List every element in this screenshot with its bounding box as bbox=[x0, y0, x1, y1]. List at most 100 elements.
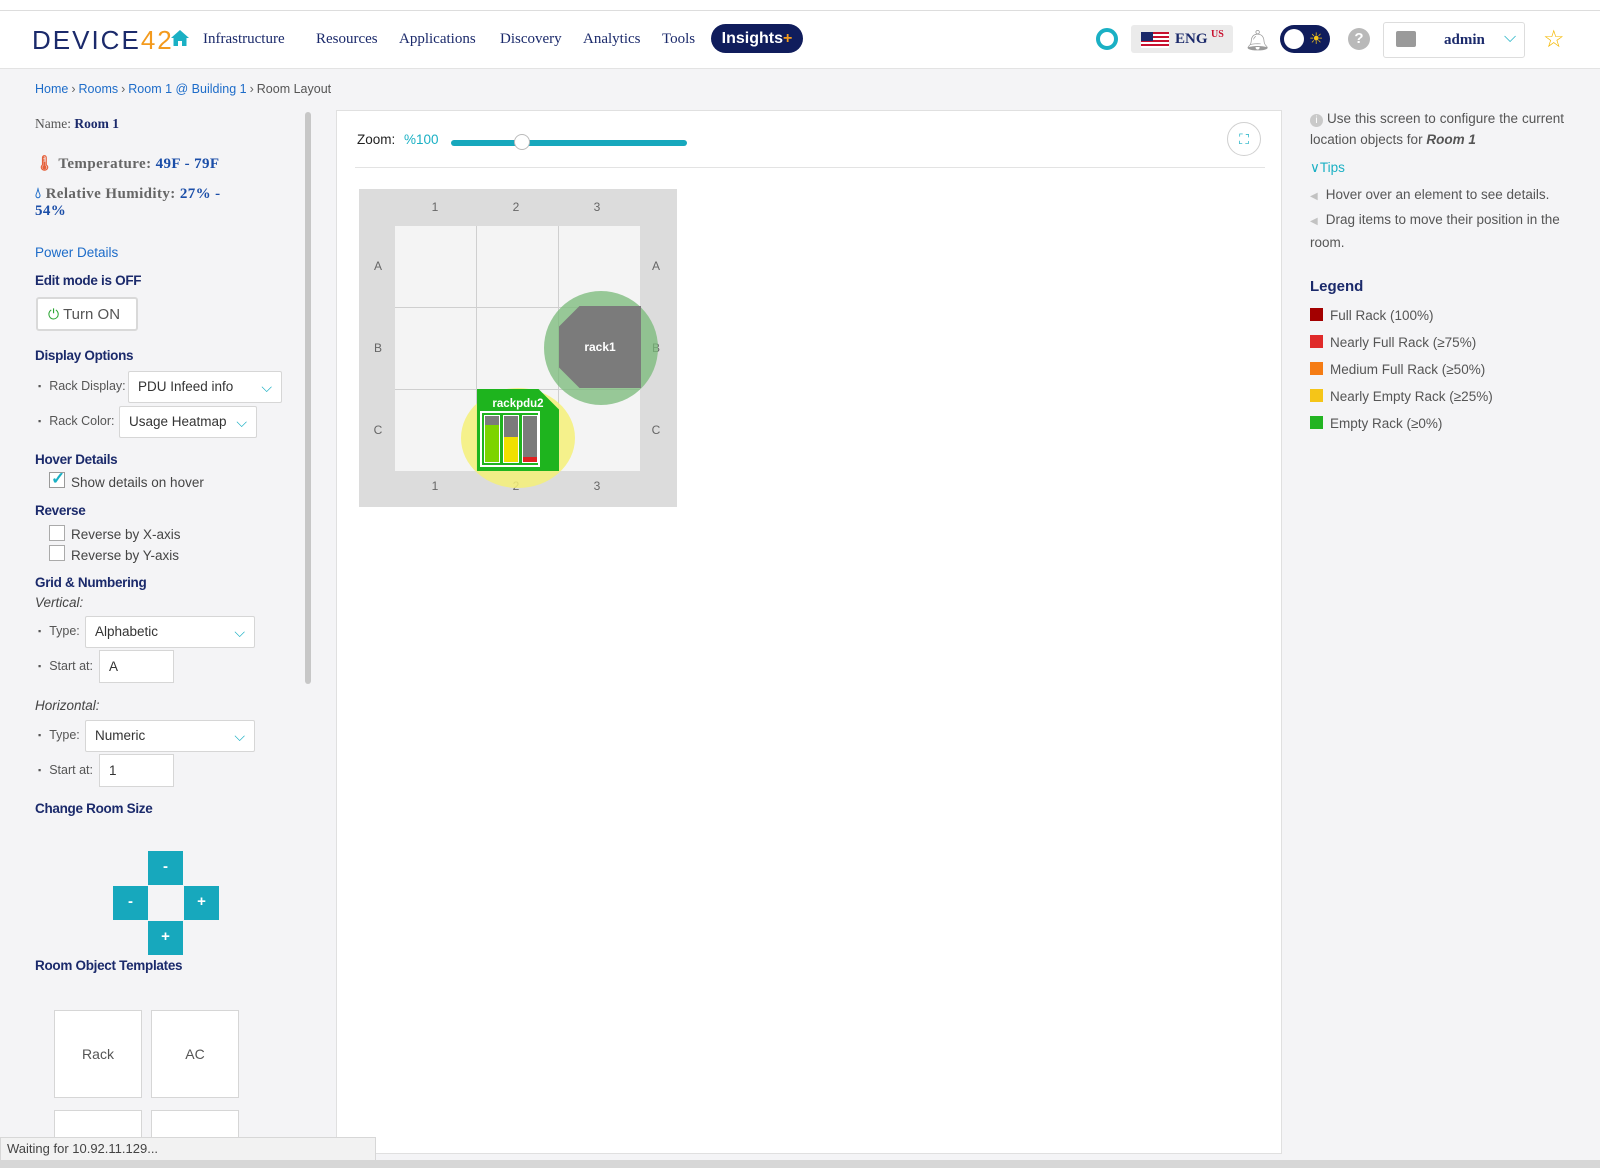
col-label-bottom: 1 bbox=[431, 479, 439, 493]
water-drop-icon: 💧︎ bbox=[35, 186, 42, 202]
zoom-slider-thumb[interactable] bbox=[513, 134, 530, 150]
row-label-right: C bbox=[651, 423, 661, 437]
template-item[interactable] bbox=[54, 1110, 142, 1138]
nav-tools[interactable]: Tools bbox=[662, 31, 695, 48]
shrink-left-button[interactable]: - bbox=[113, 886, 148, 920]
rack1-object[interactable]: rack1 bbox=[559, 306, 641, 388]
us-flag-icon bbox=[1141, 32, 1169, 48]
vertical-type-select[interactable]: Alphabetic ⌵ bbox=[85, 616, 255, 648]
chevron-down-icon: ⌵ bbox=[261, 379, 272, 395]
vertical-start-label: Start at: bbox=[38, 659, 93, 673]
vertical-type-label: Type: bbox=[38, 624, 80, 638]
legend-item-nearly-full: Nearly Full Rack (≥75%) bbox=[1310, 335, 1476, 350]
briefcase-icon bbox=[1396, 31, 1416, 47]
horizontal-type-label: Type: bbox=[38, 728, 80, 742]
pdu-infeed-bars bbox=[480, 411, 540, 467]
reverse-x-label: Reverse by X-axis bbox=[71, 527, 181, 542]
reverse-y-checkbox[interactable] bbox=[49, 545, 65, 561]
pdu-infeed-bar bbox=[522, 415, 538, 463]
horizontal-start-label: Start at: bbox=[38, 763, 93, 777]
nav-discovery[interactable]: Discovery bbox=[500, 31, 562, 48]
zoom-slider[interactable] bbox=[451, 134, 687, 150]
chevron-down-icon: ∨ bbox=[1310, 160, 1320, 175]
legend-item-full: Full Rack (100%) bbox=[1310, 308, 1434, 323]
tips-toggle[interactable]: ∨Tips bbox=[1310, 160, 1345, 176]
nav-infrastructure[interactable]: Infrastructure bbox=[203, 31, 285, 48]
room-grid[interactable]: 1 2 3 1 2 3 A B C A B C rack1 rackpdu2 bbox=[359, 189, 677, 507]
col-label-bottom: 3 bbox=[593, 479, 601, 493]
language-code: ENG bbox=[1175, 31, 1208, 47]
info-icon: i bbox=[1310, 114, 1323, 127]
breadcrumb-home[interactable]: Home bbox=[35, 82, 68, 96]
row-label-left: C bbox=[373, 423, 383, 437]
language-region: US bbox=[1211, 29, 1224, 40]
grid-numbering-heading: Grid & Numbering bbox=[35, 575, 147, 590]
reverse-x-checkbox[interactable] bbox=[49, 525, 65, 541]
row-label-left: A bbox=[373, 259, 382, 273]
theme-toggle[interactable]: ☀ bbox=[1280, 25, 1330, 53]
show-details-label: Show details on hover bbox=[71, 475, 204, 490]
divider bbox=[355, 167, 1265, 168]
display-options-heading: Display Options bbox=[35, 348, 134, 363]
power-details-link[interactable]: Power Details bbox=[35, 245, 118, 260]
tip-1: ◀ Hover over an element to see details. bbox=[1310, 187, 1550, 202]
vertical-start-input[interactable]: A bbox=[99, 650, 174, 683]
reverse-heading: Reverse bbox=[35, 503, 86, 518]
horizontal-start-input[interactable]: 1 bbox=[99, 754, 174, 787]
edit-mode-status: Edit mode is OFF bbox=[35, 273, 142, 288]
legend-item-medium-full: Medium Full Rack (≥50%) bbox=[1310, 362, 1485, 377]
template-ac[interactable]: AC bbox=[151, 1010, 239, 1098]
insights-button[interactable]: Insights+ bbox=[711, 24, 803, 53]
room-name: Name: Room 1 bbox=[35, 116, 119, 131]
help-icon[interactable]: ? bbox=[1348, 28, 1370, 50]
rack-color-label: Rack Color: bbox=[38, 414, 114, 428]
template-item[interactable] bbox=[151, 1110, 239, 1138]
humidity: 💧︎ Relative Humidity: 27% - bbox=[35, 186, 221, 202]
legend-title: Legend bbox=[1310, 278, 1364, 295]
grow-bottom-button[interactable]: + bbox=[148, 921, 183, 955]
legend-item-empty: Empty Rack (≥0%) bbox=[1310, 416, 1442, 431]
horizontal-label: Horizontal: bbox=[35, 698, 100, 713]
rack-display-select[interactable]: PDU Infeed info ⌵ bbox=[128, 371, 282, 403]
legend-swatch bbox=[1310, 335, 1323, 348]
toggle-knob bbox=[1284, 29, 1304, 49]
zoom-label: Zoom: bbox=[357, 132, 396, 147]
home-icon[interactable] bbox=[170, 28, 190, 48]
nav-resources[interactable]: Resources bbox=[316, 31, 378, 48]
nav-analytics[interactable]: Analytics bbox=[583, 31, 641, 48]
device42-logo[interactable]: DEVICE42 bbox=[32, 25, 174, 56]
legend-item-nearly-empty: Nearly Empty Rack (≥25%) bbox=[1310, 389, 1493, 404]
legend-swatch bbox=[1310, 416, 1323, 429]
pdu-infeed-bar bbox=[503, 415, 519, 463]
bell-icon[interactable]: 🔔︎ bbox=[1245, 28, 1270, 53]
rack-color-select[interactable]: Usage Heatmap ⌵ bbox=[119, 406, 257, 438]
user-menu[interactable]: admin ⌵ bbox=[1383, 22, 1525, 58]
horizontal-type-select[interactable]: Numeric ⌵ bbox=[85, 720, 255, 752]
nav-applications[interactable]: Applications bbox=[399, 31, 476, 48]
row-label-right: A bbox=[651, 259, 660, 273]
window-top-edge bbox=[0, 0, 1600, 11]
caret-left-icon: ◀ bbox=[1310, 216, 1318, 227]
reverse-y-label: Reverse by Y-axis bbox=[71, 548, 180, 563]
col-label-top: 3 bbox=[593, 200, 601, 214]
shrink-top-button[interactable]: - bbox=[148, 851, 183, 885]
grow-right-button[interactable]: + bbox=[184, 886, 219, 920]
favorite-star-icon[interactable]: ☆ bbox=[1543, 25, 1565, 54]
search-icon[interactable] bbox=[1096, 28, 1118, 50]
template-rack[interactable]: Rack bbox=[54, 1010, 142, 1098]
legend-swatch bbox=[1310, 389, 1323, 402]
breadcrumb-rooms[interactable]: Rooms bbox=[79, 82, 119, 96]
sidebar-scrollbar[interactable] bbox=[305, 112, 311, 684]
username: admin bbox=[1444, 32, 1485, 48]
top-navbar: DEVICE42 Infrastructure Resources Applic… bbox=[0, 11, 1600, 69]
browser-status-bar: Waiting for 10.92.11.129... bbox=[0, 1137, 376, 1161]
fullscreen-icon[interactable]: ⛶ bbox=[1227, 122, 1261, 156]
rackpdu2-label: rackpdu2 bbox=[492, 398, 544, 410]
vertical-label: Vertical: bbox=[35, 595, 84, 610]
language-selector[interactable]: ENG US bbox=[1131, 25, 1233, 53]
breadcrumb-room[interactable]: Room 1 @ Building 1 bbox=[128, 82, 246, 96]
turn-on-button[interactable]: ⏻ Turn ON bbox=[36, 297, 138, 331]
show-details-checkbox[interactable] bbox=[49, 469, 65, 489]
tip-2: ◀ Drag items to move their position in th… bbox=[1310, 212, 1560, 250]
breadcrumb-current: Room Layout bbox=[256, 82, 332, 96]
